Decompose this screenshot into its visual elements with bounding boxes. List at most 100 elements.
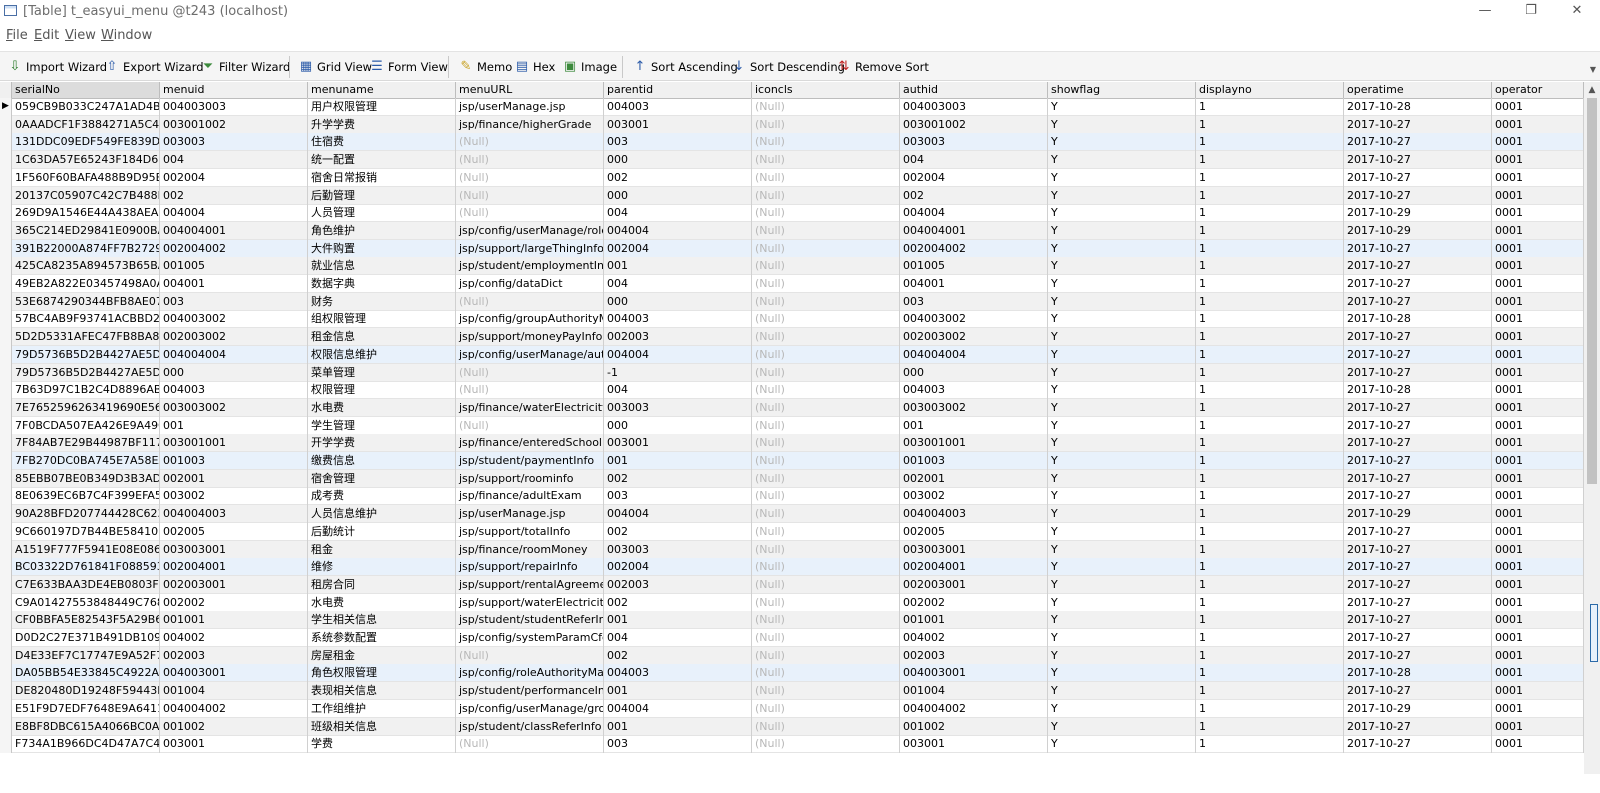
cell-menuid[interactable]: 002002 [160,593,308,612]
row-indicator[interactable] [0,452,12,470]
cell-operatime[interactable]: 2017-10-29 [1344,505,1492,524]
cell-operator[interactable]: 0001 [1492,522,1584,541]
cell-menuurl[interactable]: jsp/config/userManage/authInfo [456,345,604,364]
cell-showflag[interactable]: Y [1048,381,1196,400]
cell-parentid[interactable]: 002 [604,522,752,541]
cell-serialno[interactable]: D4E33EF7C17747E9A52F765A [12,646,160,665]
cell-menuname[interactable]: 就业信息 [308,257,456,276]
cell-displayno[interactable]: 1 [1196,611,1344,630]
cell-displayno[interactable]: 1 [1196,487,1344,506]
cell-iconcls[interactable]: (Null) [752,345,900,364]
cell-authid[interactable]: 003003002 [900,398,1048,417]
row-indicator[interactable] [0,646,12,665]
cell-parentid[interactable]: 003001 [604,434,752,453]
cell-displayno[interactable]: 1 [1196,381,1344,400]
cell-showflag[interactable]: Y [1048,275,1196,293]
cell-displayno[interactable]: 1 [1196,593,1344,612]
table-row[interactable]: A1519F777F5941E08E08634C003003001租金jsp/f… [0,540,1584,559]
cell-serialno[interactable]: 7E7652596263419690E56D36 [12,398,160,417]
cell-menuname[interactable]: 水电费 [308,593,456,612]
cell-displayno[interactable]: 1 [1196,398,1344,417]
cell-displayno[interactable]: 1 [1196,575,1344,594]
cell-operator[interactable]: 0001 [1492,682,1584,701]
row-indicator[interactable] [0,505,12,524]
cell-operatime[interactable]: 2017-10-27 [1344,717,1492,736]
table-row[interactable]: 269D9A1546E44A438AEA0513004004人员管理(Null)… [0,204,1584,223]
cell-operatime[interactable]: 2017-10-27 [1344,133,1492,152]
cell-displayno[interactable]: 1 [1196,522,1344,541]
cell-menuurl[interactable]: jsp/finance/adultExam [456,487,604,506]
cell-menuid[interactable]: 004004001 [160,221,308,240]
cell-showflag[interactable]: Y [1048,168,1196,187]
cell-authid[interactable]: 003001001 [900,434,1048,453]
cell-operator[interactable]: 0001 [1492,558,1584,577]
cell-parentid[interactable]: 002 [604,646,752,665]
row-indicator[interactable] [0,664,12,683]
cell-iconcls[interactable]: (Null) [752,717,900,736]
cell-iconcls[interactable]: (Null) [752,133,900,152]
cell-menuid[interactable]: 004004 [160,204,308,223]
cell-iconcls[interactable]: (Null) [752,186,900,205]
table-row[interactable]: 57BC4AB9F93741ACBBD2BDE6004003002组权限管理js… [0,310,1584,329]
cell-displayno[interactable]: 1 [1196,239,1344,258]
cell-displayno[interactable]: 1 [1196,540,1344,559]
current-row-indicator-icon[interactable]: ▶ [0,98,12,116]
cell-menuid[interactable]: 002004 [160,168,308,187]
cell-operator[interactable]: 0001 [1492,381,1584,400]
cell-parentid[interactable]: 001 [604,682,752,701]
cell-displayno[interactable]: 1 [1196,328,1344,347]
cell-operatime[interactable]: 2017-10-27 [1344,416,1492,435]
cell-menuurl[interactable]: (Null) [456,735,604,754]
cell-menuname[interactable]: 工作组维护 [308,699,456,718]
cell-operator[interactable]: 0001 [1492,664,1584,683]
column-header-authid[interactable]: authid [900,82,1048,98]
close-button[interactable]: ✕ [1554,0,1600,24]
cell-parentid[interactable]: 004003 [604,98,752,116]
cell-parentid[interactable]: 004 [604,381,752,400]
cell-menuname[interactable]: 角色维护 [308,221,456,240]
cell-operatime[interactable]: 2017-10-27 [1344,115,1492,134]
cell-menuurl[interactable]: jsp/config/userManage/groupInfo [456,699,604,718]
cell-showflag[interactable]: Y [1048,593,1196,612]
table-row[interactable]: BC03322D761841F08859350D002004001维修jsp/s… [0,558,1584,577]
cell-showflag[interactable]: Y [1048,487,1196,506]
cell-serialno[interactable]: DE820480D19248F59443ECEA [12,682,160,701]
cell-menuname[interactable]: 学生管理 [308,416,456,435]
cell-operatime[interactable]: 2017-10-27 [1344,735,1492,754]
cell-menuid[interactable]: 004004002 [160,699,308,718]
cell-parentid[interactable]: 003 [604,133,752,152]
cell-menuid[interactable]: 003001001 [160,434,308,453]
cell-iconcls[interactable]: (Null) [752,505,900,524]
table-row[interactable]: 1F560F60BAFA488B9D95E793002004宿舍日常报销(Nul… [0,168,1584,187]
table-row[interactable]: 7E7652596263419690E56D36003003002水电费jsp/… [0,398,1584,417]
cell-iconcls[interactable]: (Null) [752,469,900,488]
cell-parentid[interactable]: 001 [604,257,752,276]
cell-parentid[interactable]: 000 [604,416,752,435]
cell-operatime[interactable]: 2017-10-27 [1344,398,1492,417]
cell-menuurl[interactable]: jsp/student/performanceInfo [456,682,604,701]
cell-iconcls[interactable]: (Null) [752,381,900,400]
cell-menuname[interactable]: 统一配置 [308,151,456,170]
table-row[interactable]: 1C63DA57E65243F184D6789A004统一配置(Null)000… [0,151,1584,170]
cell-showflag[interactable]: Y [1048,151,1196,170]
cell-menuname[interactable]: 租金 [308,540,456,559]
cell-iconcls[interactable]: (Null) [752,629,900,647]
cell-parentid[interactable]: 004004 [604,221,752,240]
cell-showflag[interactable]: Y [1048,239,1196,258]
cell-parentid[interactable]: 002 [604,168,752,187]
cell-operator[interactable]: 0001 [1492,540,1584,559]
cell-displayno[interactable]: 1 [1196,345,1344,364]
cell-operatime[interactable]: 2017-10-27 [1344,168,1492,187]
cell-serialno[interactable]: E8BF8DBC615A4066BC0A069D [12,717,160,736]
row-indicator[interactable] [0,345,12,364]
cell-menuid[interactable]: 004004004 [160,345,308,364]
cell-parentid[interactable]: 002 [604,593,752,612]
cell-menuid[interactable]: 004003003 [160,98,308,116]
row-indicator[interactable] [0,151,12,170]
cell-serialno[interactable]: 131DDC09EDF549FE839DE57 [12,133,160,152]
cell-serialno[interactable]: 20137C05907C42C7B488F920 [12,186,160,205]
cell-authid[interactable]: 003002 [900,487,1048,506]
cell-showflag[interactable]: Y [1048,186,1196,205]
cell-menuname[interactable]: 用户权限管理 [308,98,456,116]
column-header-operatime[interactable]: operatime [1344,82,1492,98]
